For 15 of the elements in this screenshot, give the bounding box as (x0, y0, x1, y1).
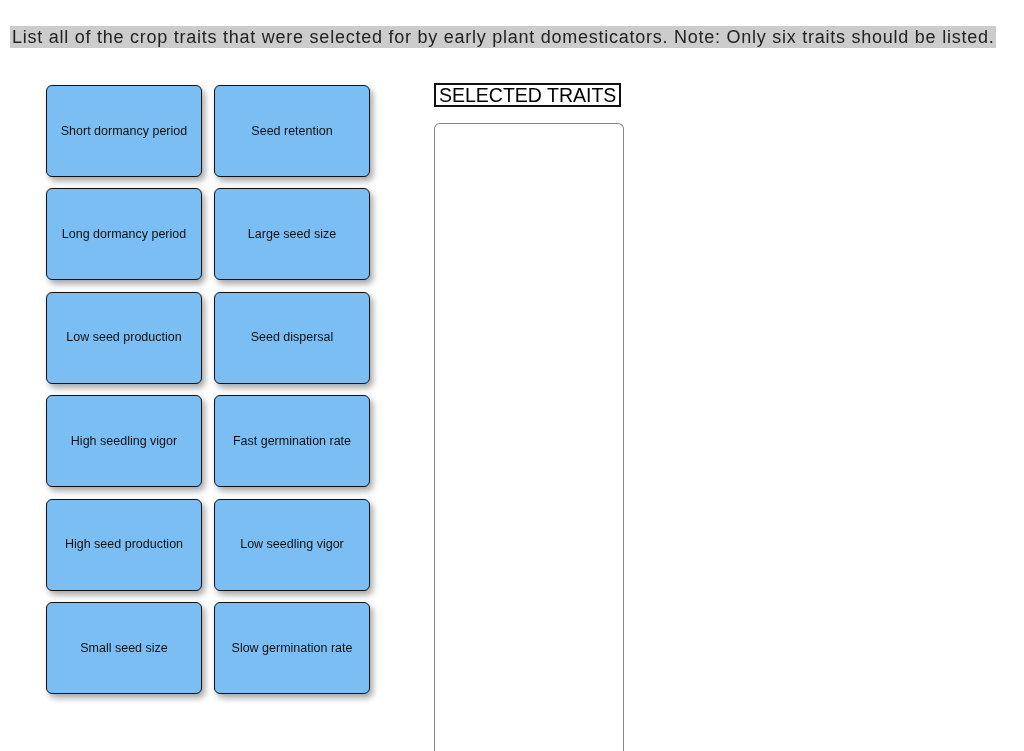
trait-card[interactable]: Large seed size (214, 188, 370, 281)
trait-card[interactable]: High seed production (46, 498, 202, 591)
question-prompt: List all of the crop traits that were selected for by early plant domesticators. Note: Only six traits should be listed. (10, 26, 997, 48)
trait-card[interactable]: Slow germination rate (214, 601, 370, 694)
trait-card[interactable]: Low seed production (46, 291, 202, 384)
drop-zone-title: SELECTED TRAITS (434, 83, 622, 107)
trait-card[interactable]: Low seedling vigor (214, 498, 370, 591)
trait-card[interactable]: Short dormancy period (46, 85, 202, 177)
trait-card[interactable]: Fast germination rate (214, 395, 370, 488)
trait-card[interactable]: Long dormancy period (46, 188, 202, 281)
trait-card[interactable]: Seed retention (214, 85, 370, 177)
trait-card[interactable]: Seed dispersal (214, 291, 370, 384)
drop-zone[interactable] (434, 123, 624, 751)
trait-card[interactable]: High seedling vigor (46, 395, 202, 488)
trait-card[interactable]: Small seed size (46, 601, 202, 694)
